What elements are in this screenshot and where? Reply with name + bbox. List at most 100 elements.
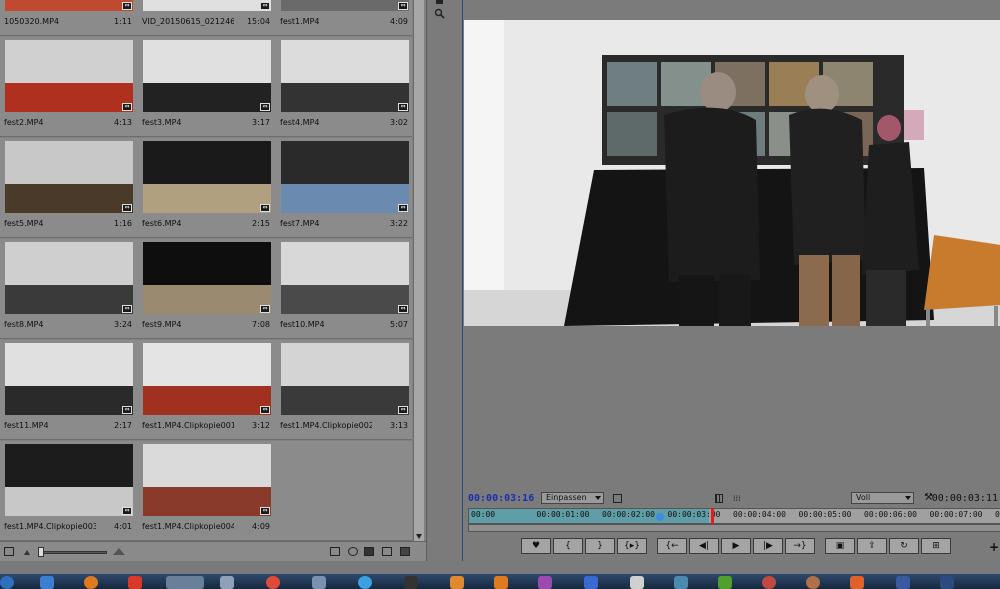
video-editor-icon[interactable] — [404, 576, 418, 589]
clip-thumbnail[interactable]: ⇔ — [5, 444, 133, 516]
playhead-icon[interactable] — [656, 513, 664, 521]
new-bin-icon[interactable] — [364, 547, 374, 556]
clip-item[interactable]: ⇔ fest3.MP4 3:17 — [138, 37, 277, 137]
scroll-down-icon[interactable] — [416, 534, 422, 539]
clip-thumbnail[interactable]: ⇔ — [5, 0, 133, 11]
fit-dropdown[interactable]: Einpassen — [541, 492, 604, 504]
new-item-icon[interactable] — [382, 547, 392, 556]
quality-dropdown-value: Voll — [856, 493, 871, 502]
clip-item[interactable]: ⇔ VID_20150615_021246.3gp 15:04 — [138, 0, 277, 36]
dots-icon[interactable]: ⁞⁞⁞ — [733, 494, 741, 503]
clip-item[interactable]: ⇔ fest1.MP4.Clipkopie004 4:09 — [138, 441, 277, 541]
clip-thumbnail[interactable]: ⇔ — [5, 242, 133, 314]
clip-thumbnail[interactable]: ⇔ — [281, 141, 409, 213]
loop-button[interactable]: ↻ — [889, 538, 919, 554]
trash-icon[interactable] — [400, 547, 410, 556]
quality-dropdown[interactable]: Voll — [851, 492, 914, 504]
lift-button[interactable]: ⇪ — [857, 538, 887, 554]
clip-thumbnail[interactable]: ⇔ — [5, 141, 133, 213]
transmit-icon[interactable] — [715, 494, 723, 503]
go-to-in-button[interactable]: {← — [657, 538, 687, 554]
app-gray-icon[interactable] — [312, 576, 326, 589]
app-green-icon[interactable] — [718, 576, 732, 589]
duration-timecode: 00:00:03:11 — [931, 493, 998, 504]
out-point-marker[interactable] — [711, 508, 714, 524]
step-back-button[interactable]: ◀| — [689, 538, 719, 554]
current-timecode[interactable]: 00:00:03:16 — [468, 493, 534, 504]
zoom-in-icon[interactable] — [113, 548, 125, 555]
button-editor-button[interactable]: + — [989, 540, 999, 554]
clip-item[interactable]: ⇔ 1050320.MP4 1:11 — [0, 0, 139, 36]
clip-thumbnail[interactable]: ⇔ — [281, 343, 409, 415]
clip-thumbnail[interactable]: ⇔ — [5, 343, 133, 415]
clip-item[interactable]: ⇔ fest1.MP4 4:09 — [276, 0, 412, 36]
step-forward-button[interactable]: |▶ — [753, 538, 783, 554]
add-marker-button[interactable]: ♥ — [521, 538, 551, 554]
timeline-zoom-scrollbar[interactable] — [468, 524, 1000, 532]
clip-item[interactable]: ⇔ fest5.MP4 1:16 — [0, 138, 139, 238]
panel-divider[interactable] — [426, 0, 462, 561]
clip-thumbnail[interactable]: ⇔ — [143, 343, 271, 415]
clip-type-icon: ⇔ — [122, 507, 132, 515]
clip-thumbnail[interactable]: ⇔ — [5, 40, 133, 112]
time-ruler[interactable]: 00:00 00:00:01:00 00:00:02:00 00:00:03:00 00… — [468, 508, 1000, 524]
clip-item[interactable]: ⇔ fest1.MP4.Clipkopie002 3:13 — [276, 340, 412, 440]
clip-item[interactable]: ⇔ fest6.MP4 2:15 — [138, 138, 277, 238]
slider-knob[interactable] — [38, 547, 44, 557]
thumbnail-size-slider[interactable] — [40, 551, 107, 554]
app-navy-icon[interactable] — [896, 576, 910, 589]
clip-item[interactable]: ⇔ fest10.MP4 5:07 — [276, 239, 412, 339]
list-view-icon[interactable] — [4, 547, 14, 556]
chrome-icon[interactable] — [266, 576, 280, 589]
clip-thumbnail[interactable]: ⇔ — [281, 242, 409, 314]
automate-to-sequence-icon[interactable] — [330, 547, 340, 556]
clip-thumbnail[interactable]: ⇔ — [143, 0, 271, 11]
clip-thumbnail[interactable]: ⇔ — [281, 40, 409, 112]
clip-thumbnail[interactable]: ⇔ — [143, 242, 271, 314]
mark-out-button[interactable]: } — [585, 538, 615, 554]
export-frame-button[interactable]: ▣ — [825, 538, 855, 554]
clip-thumbnail[interactable]: ⇔ — [143, 40, 271, 112]
mark-in-button[interactable]: { — [553, 538, 583, 554]
zoom-tool-icon[interactable] — [434, 8, 445, 19]
explorer-icon[interactable] — [166, 576, 204, 589]
bin-vertical-scrollbar[interactable] — [413, 0, 424, 541]
thumbnail-image — [281, 141, 409, 213]
ie-icon[interactable] — [40, 576, 54, 589]
drop-frame-icon[interactable] — [613, 494, 622, 503]
app-blue-icon[interactable] — [584, 576, 598, 589]
clip-item[interactable]: ⇔ fest1.MP4.Clipkopie001 3:12 — [138, 340, 277, 440]
app-dark-icon[interactable] — [940, 576, 954, 589]
vlc-icon[interactable] — [450, 576, 464, 589]
app-window-icon[interactable] — [220, 576, 234, 589]
app-round-red-icon[interactable] — [762, 576, 776, 589]
clip-name: fest8.MP4 — [4, 320, 44, 329]
clip-item[interactable]: ⇔ fest1.MP4.Clipkopie003 4:01 — [0, 441, 139, 541]
find-icon[interactable] — [348, 547, 358, 556]
app-teal-icon[interactable] — [674, 576, 688, 589]
app-red-icon[interactable] — [128, 576, 142, 589]
blender-icon[interactable] — [494, 576, 508, 589]
start-button-icon[interactable] — [0, 576, 14, 589]
clip-item[interactable]: ⇔ fest11.MP4 2:17 — [0, 340, 139, 440]
app-brown-icon[interactable] — [806, 576, 820, 589]
clip-type-icon: ⇔ — [122, 2, 132, 10]
go-to-out-button[interactable]: →} — [785, 538, 815, 554]
clip-item[interactable]: ⇔ fest8.MP4 3:24 — [0, 239, 139, 339]
clip-thumbnail[interactable]: ⇔ — [281, 0, 409, 11]
skype-icon[interactable] — [358, 576, 372, 589]
safe-margins-button[interactable]: ⊞ — [921, 538, 951, 554]
clip-item[interactable]: ⇔ fest2.MP4 4:13 — [0, 37, 139, 137]
clip-item[interactable]: ⇔ fest7.MP4 3:22 — [276, 138, 412, 238]
clip-thumbnail[interactable]: ⇔ — [143, 444, 271, 516]
clip-thumbnail[interactable]: ⇔ — [143, 141, 271, 213]
app-white-icon[interactable] — [630, 576, 644, 589]
play-in-to-out-button[interactable]: {▸} — [617, 538, 647, 554]
firefox-icon[interactable] — [84, 576, 98, 589]
play-button[interactable]: ▶ — [721, 538, 751, 554]
clip-item[interactable]: ⇔ fest4.MP4 3:02 — [276, 37, 412, 137]
app-purple-icon[interactable] — [538, 576, 552, 589]
zoom-out-icon[interactable] — [24, 550, 30, 555]
app-orange-icon[interactable] — [850, 576, 864, 589]
clip-item[interactable]: ⇔ fest9.MP4 7:08 — [138, 239, 277, 339]
